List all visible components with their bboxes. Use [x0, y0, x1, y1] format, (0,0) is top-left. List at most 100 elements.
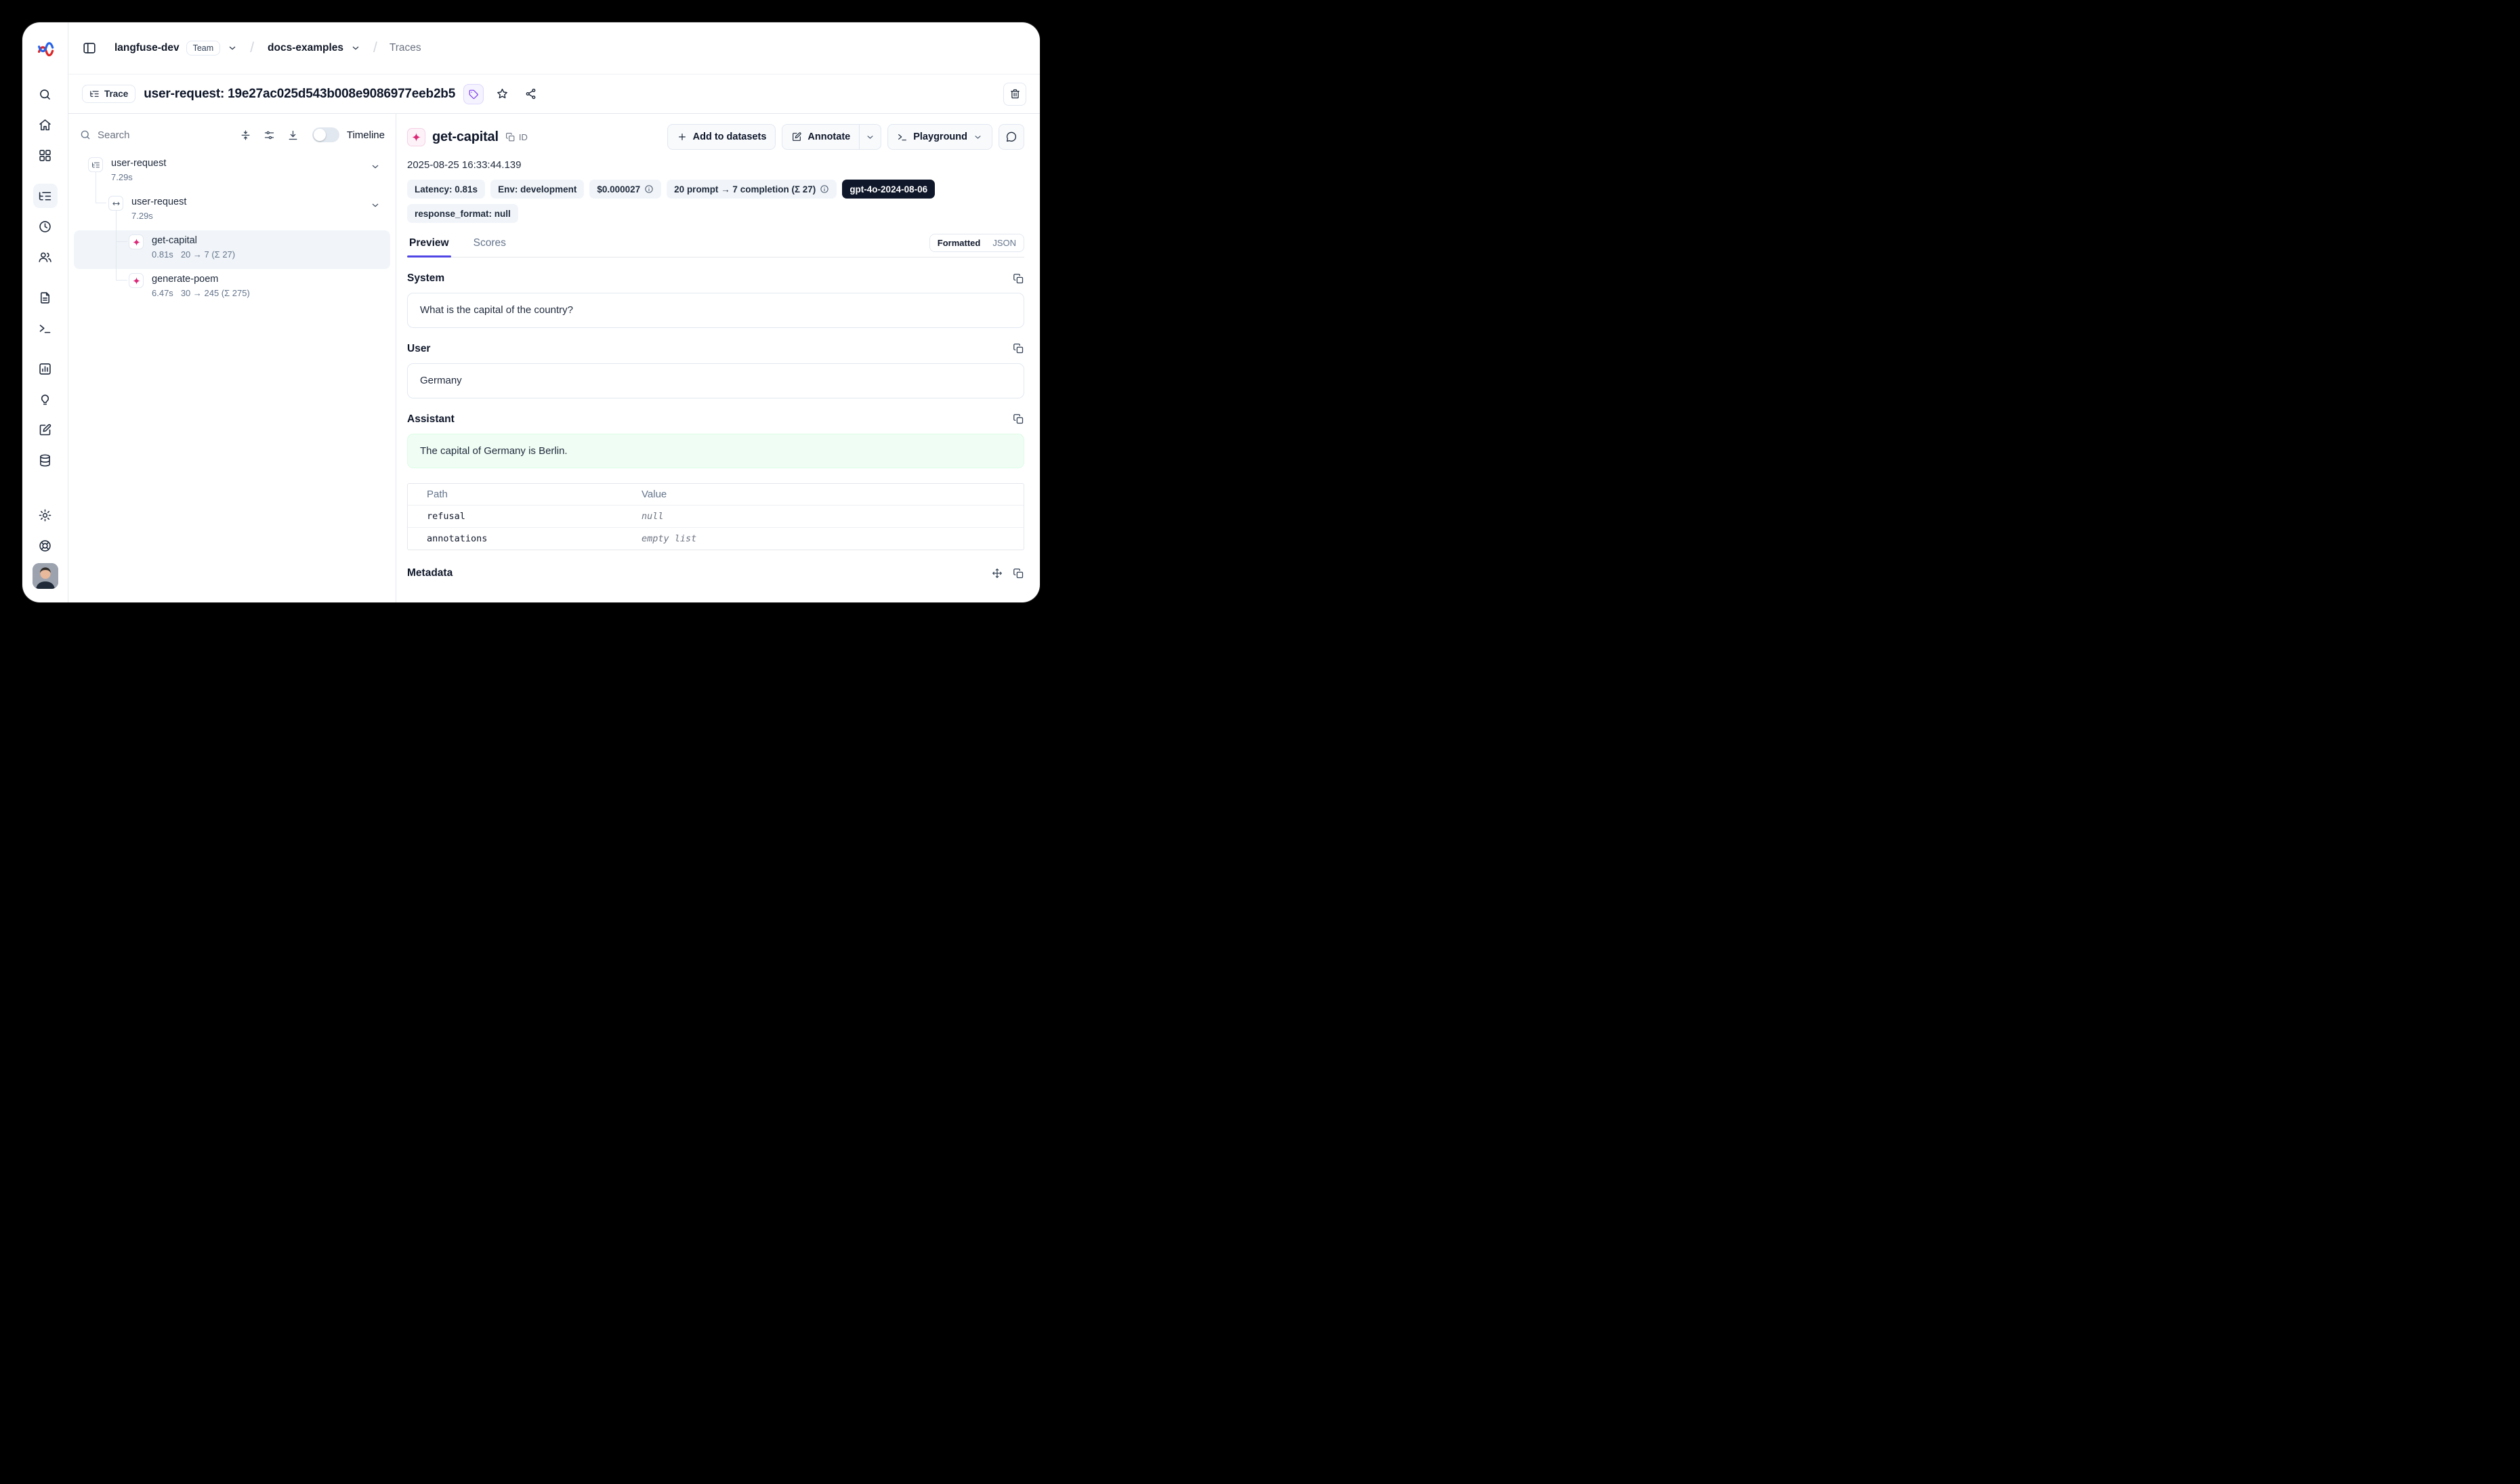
playground-button[interactable]: Playground	[887, 124, 992, 150]
expand-move-icon[interactable]	[992, 568, 1003, 579]
assistant-message-box: The capital of Germany is Berlin.	[407, 434, 1024, 469]
tree-row-texts: generate-poem 6.47s 30 → 245 (Σ 275)	[152, 273, 250, 298]
comment-button[interactable]	[999, 124, 1024, 150]
section-header-assistant: Assistant	[407, 413, 1024, 426]
toggle-knob	[314, 129, 326, 141]
tree-row-texts: user-request 7.29s	[131, 196, 186, 221]
dashboards-icon[interactable]	[33, 143, 58, 167]
info-icon[interactable]	[644, 184, 654, 194]
collapse-observations-icon[interactable]	[236, 125, 256, 145]
app-window: langfuse-dev Team / docs-examples / Trac…	[22, 22, 1040, 602]
download-icon[interactable]	[283, 125, 303, 145]
timeline-label: Timeline	[347, 129, 385, 141]
users-icon[interactable]	[33, 245, 58, 269]
home-icon[interactable]	[33, 112, 58, 137]
breadcrumb-page[interactable]: Traces	[390, 42, 421, 54]
observation-detail-panel: get-capital ID Add to datasets	[396, 114, 1040, 602]
chevron-down-icon	[865, 132, 875, 142]
annotation-pen-icon[interactable]	[33, 417, 58, 442]
section-title: Assistant	[407, 413, 455, 426]
generation-sparkle-icon	[129, 234, 144, 249]
tree-row-trace[interactable]: user-request 7.29s	[74, 153, 390, 192]
plus-icon	[677, 131, 688, 142]
trash-icon	[1009, 88, 1021, 100]
format-toggle-json[interactable]: JSON	[986, 236, 1022, 250]
annotate-dropdown-button[interactable]	[860, 124, 881, 150]
copy-icon	[505, 132, 516, 142]
tree-row-label: get-capital	[152, 234, 235, 247]
info-icon[interactable]	[820, 184, 829, 194]
delete-trace-button[interactable]	[1003, 83, 1026, 106]
tree-row-label: user-request	[111, 157, 166, 169]
observation-badges: Latency: 0.81s Env: development $0.00002…	[407, 180, 1024, 199]
id-label: ID	[519, 132, 528, 142]
tab-preview[interactable]: Preview	[407, 233, 451, 257]
metadata-title: Metadata	[407, 567, 453, 579]
evaluation-bulb-icon[interactable]	[33, 387, 58, 411]
tree-row-texts: user-request 7.29s	[111, 157, 166, 182]
user-avatar[interactable]	[33, 563, 58, 589]
metadata-icons	[992, 568, 1024, 579]
tree-row-tokens: 20 → 7 (Σ 27)	[181, 249, 235, 260]
table-cell-value: null	[631, 506, 1024, 527]
detail-actions: Add to datasets Annotate	[667, 124, 1024, 150]
langfuse-logo-icon[interactable]	[34, 37, 57, 60]
tree-settings-sliders-icon[interactable]	[259, 125, 280, 145]
list-tree-icon	[89, 89, 100, 99]
nav-rail	[22, 22, 68, 602]
table-header-row: Path Value	[408, 484, 1024, 505]
model-badge[interactable]: gpt-4o-2024-08-06	[842, 180, 935, 199]
playground-terminal-icon[interactable]	[33, 316, 58, 340]
system-message-box: What is the capital of the country?	[407, 293, 1024, 328]
detail-scroll-area[interactable]: System What is the capital of the countr…	[407, 257, 1024, 602]
cost-badge: $0.000027	[589, 180, 661, 199]
chevron-down-icon[interactable]	[370, 200, 381, 211]
tree-row-generation[interactable]: generate-poem 6.47s 30 → 245 (Σ 275)	[74, 269, 390, 308]
format-toggle-formatted[interactable]: Formatted	[931, 236, 987, 250]
tree-row-generation-selected[interactable]: get-capital 0.81s 20 → 7 (Σ 27)	[74, 230, 390, 269]
format-toggle: Formatted JSON	[929, 234, 1024, 252]
sessions-clock-icon[interactable]	[33, 214, 58, 239]
search-icon	[79, 129, 91, 141]
tab-scores[interactable]: Scores	[471, 233, 508, 257]
latency-badge: Latency: 0.81s	[407, 180, 485, 199]
trace-icon	[88, 157, 103, 172]
org-chevron-down-icon[interactable]	[227, 43, 238, 54]
annotate-button[interactable]: Annotate	[782, 124, 860, 150]
table-cell-path: refusal	[408, 506, 631, 527]
chevron-down-icon[interactable]	[370, 161, 381, 172]
tracing-icon[interactable]	[33, 184, 58, 208]
tree-search-input[interactable]	[98, 129, 232, 141]
copy-icon[interactable]	[1013, 413, 1024, 425]
add-to-datasets-button[interactable]: Add to datasets	[667, 124, 776, 150]
table-cell-value: empty list	[631, 528, 1024, 550]
support-lifebuoy-icon[interactable]	[33, 533, 58, 558]
copy-id-button[interactable]: ID	[505, 132, 528, 142]
prompts-file-icon[interactable]	[33, 285, 58, 310]
tree-toolbar: Timeline	[68, 114, 396, 148]
tag-icon[interactable]	[463, 84, 484, 104]
tree-row-span[interactable]: user-request 7.29s	[74, 192, 390, 230]
table-cell-path: annotations	[408, 528, 631, 550]
trace-title: user-request: 19e27ac025d543b008e9086977…	[144, 87, 455, 102]
share-icon[interactable]	[520, 84, 541, 104]
search-nav-icon[interactable]	[33, 82, 58, 106]
timeline-toggle[interactable]	[312, 127, 339, 142]
copy-icon[interactable]	[1013, 568, 1024, 579]
org-name[interactable]: langfuse-dev	[114, 42, 180, 54]
copy-icon[interactable]	[1013, 273, 1024, 285]
sidebar-toggle-icon[interactable]	[82, 41, 97, 56]
settings-gear-icon[interactable]	[33, 503, 58, 527]
datasets-database-icon[interactable]	[33, 448, 58, 472]
breadcrumb-separator: /	[373, 40, 377, 56]
copy-icon[interactable]	[1013, 343, 1024, 354]
section-title: System	[407, 272, 444, 285]
star-icon[interactable]	[492, 84, 512, 104]
section-title: User	[407, 343, 430, 355]
env-badge: Env: development	[490, 180, 584, 199]
detail-header: get-capital ID Add to datasets	[407, 124, 1024, 150]
main-column: langfuse-dev Team / docs-examples / Trac…	[68, 22, 1040, 602]
project-name[interactable]: docs-examples	[268, 42, 343, 54]
scores-chart-icon[interactable]	[33, 356, 58, 381]
project-chevron-down-icon[interactable]	[350, 43, 361, 54]
